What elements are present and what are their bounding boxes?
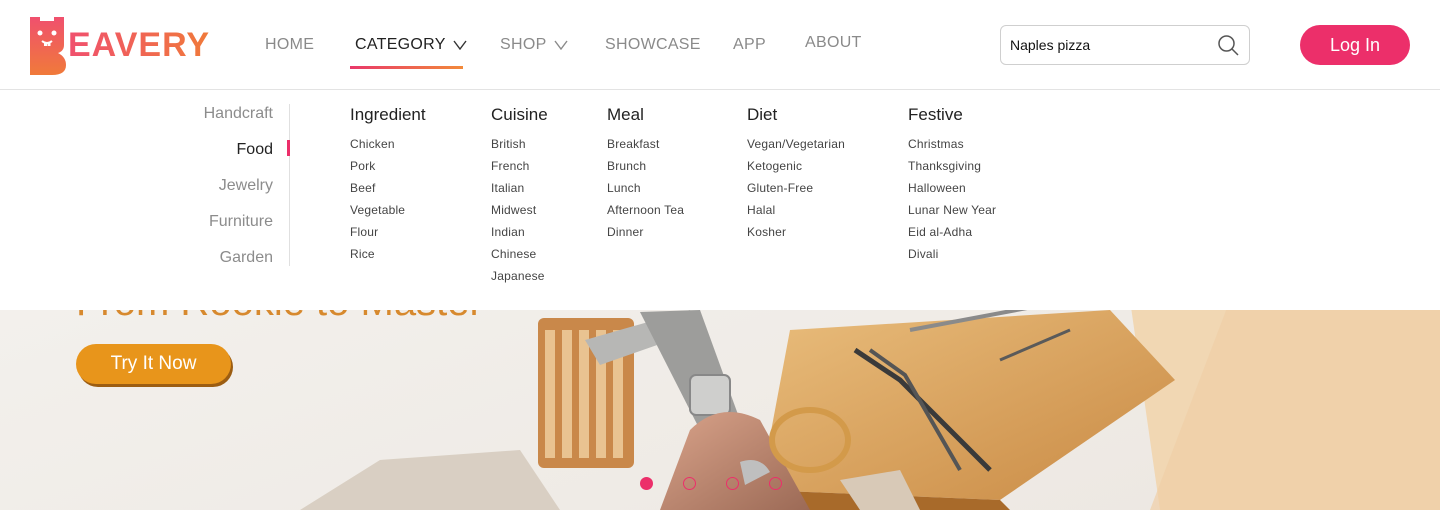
nav-shop[interactable]: SHOP [500,36,568,54]
menu-link[interactable]: Dinner [607,221,684,243]
nav-category-label: CATEGORY [355,36,446,53]
login-button[interactable]: Log In [1300,25,1410,65]
brand-logo[interactable]: EAVERY [28,14,228,76]
category-garden[interactable]: Garden [220,249,273,267]
menu-column-festive: Festive Christmas Thanksgiving Halloween… [908,104,996,265]
menu-link[interactable]: Vegetable [350,199,426,221]
chevron-down-icon [553,40,568,50]
menu-link[interactable]: Afternoon Tea [607,199,684,221]
menu-link[interactable]: French [491,155,548,177]
nav-about[interactable]: ABOUT [805,34,862,52]
menu-column-cuisine: Cuisine British French Italian Midwest I… [491,104,548,287]
category-handcraft[interactable]: Handcraft [204,105,273,123]
menu-link[interactable]: Indian [491,221,548,243]
menu-link[interactable]: Halal [747,199,845,221]
menu-column-list: Chicken Pork Beef Vegetable Flour Rice [350,133,426,265]
menu-link[interactable]: Kosher [747,221,845,243]
menu-column-title: Festive [908,105,963,124]
brand-name: EAVERY [68,25,211,64]
menu-column-meal: Meal Breakfast Brunch Lunch Afternoon Te… [607,104,684,243]
menu-column-list: Breakfast Brunch Lunch Afternoon Tea Din… [607,133,684,243]
search-box [1000,25,1250,65]
carousel-dot-4[interactable] [769,477,782,490]
carousel-dot-3[interactable] [726,477,739,490]
menu-link[interactable]: Eid al-Adha [908,221,996,243]
menu-link[interactable]: Midwest [491,199,548,221]
menu-link[interactable]: Brunch [607,155,684,177]
menu-link[interactable]: Lunch [607,177,684,199]
menu-link[interactable]: Lunar New Year [908,199,996,221]
category-jewelry[interactable]: Jewelry [219,177,273,195]
menu-column-list: British French Italian Midwest Indian Ch… [491,133,548,287]
menu-link[interactable]: British [491,133,548,155]
nav-showcase-label: SHOWCASE [605,36,701,53]
menu-column-list: Christmas Thanksgiving Halloween Lunar N… [908,133,996,265]
chevron-down-icon [453,40,467,50]
beaver-mascot-icon [30,17,66,75]
menu-link[interactable]: Italian [491,177,548,199]
category-furniture[interactable]: Furniture [209,213,273,231]
carousel-dot-1[interactable] [640,477,653,490]
nav-app-label: APP [733,36,766,53]
menu-column-title: Cuisine [491,105,548,124]
menu-link[interactable]: Chinese [491,243,548,265]
menu-link[interactable]: Gluten-Free [747,177,845,199]
menu-link[interactable]: Vegan/Vegetarian [747,133,845,155]
carousel-dot-2[interactable] [683,477,696,490]
nav-category[interactable]: CATEGORY [355,36,467,54]
menu-column-diet: Diet Vegan/Vegetarian Ketogenic Gluten-F… [747,104,845,243]
menu-link[interactable]: Thanksgiving [908,155,996,177]
menu-link[interactable]: Ketogenic [747,155,845,177]
menu-column-list: Vegan/Vegetarian Ketogenic Gluten-Free H… [747,133,845,243]
nav-shop-label: SHOP [500,36,547,53]
menu-link[interactable]: Japanese [491,265,548,287]
nav-showcase[interactable]: SHOWCASE [605,36,701,54]
try-it-now-button[interactable]: Try It Now [76,344,231,384]
menu-link[interactable]: Divali [908,243,996,265]
category-mega-menu: Handcraft Food Jewelry Furniture Garden … [0,90,1440,310]
menu-column-title: Meal [607,105,644,124]
menu-link[interactable]: Breakfast [607,133,684,155]
menu-link[interactable]: Pork [350,155,426,177]
menu-column-title: Ingredient [350,105,426,124]
menu-link[interactable]: Rice [350,243,426,265]
category-list: Handcraft Food Jewelry Furniture Garden [150,104,290,266]
search-input[interactable] [1010,34,1210,56]
category-active-indicator [287,140,290,156]
menu-link[interactable]: Chicken [350,133,426,155]
nav-about-label: ABOUT [805,34,862,51]
menu-column-title: Diet [747,105,778,124]
menu-link[interactable]: Flour [350,221,426,243]
menu-link[interactable]: Beef [350,177,426,199]
search-icon[interactable] [1217,34,1239,56]
menu-link[interactable]: Halloween [908,177,996,199]
nav-active-underline [350,66,463,69]
nav-home-label: HOME [265,36,315,53]
menu-column-ingredient: Ingredient Chicken Pork Beef Vegetable F… [350,104,426,265]
category-food[interactable]: Food [237,141,273,159]
top-navbar: EAVERY HOME CATEGORY SHOP SHOWCASE APP A… [0,0,1440,90]
menu-link[interactable]: Christmas [908,133,996,155]
nav-app[interactable]: APP [733,36,766,54]
nav-home[interactable]: HOME [265,36,314,54]
